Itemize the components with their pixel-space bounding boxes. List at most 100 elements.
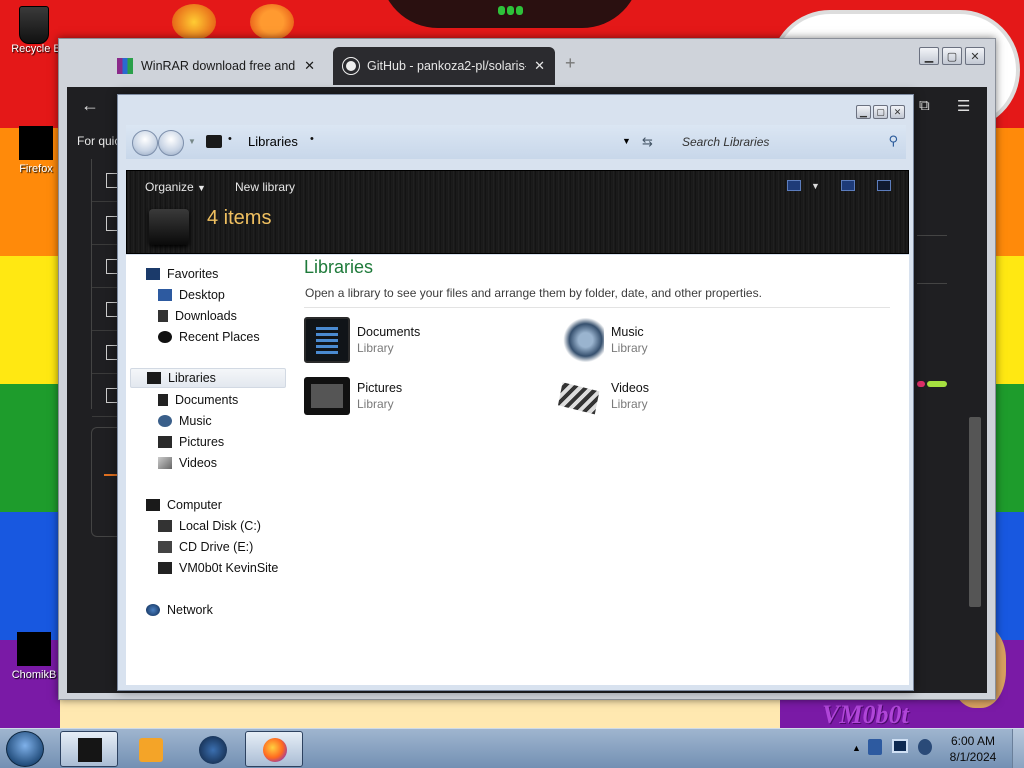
clock-time: 6:00 AM xyxy=(950,734,996,748)
show-hidden-icons-icon[interactable]: ▲ xyxy=(852,743,861,753)
network-icon xyxy=(146,604,160,616)
drive-icon xyxy=(158,520,172,532)
help-icon[interactable] xyxy=(877,180,891,191)
address-dropdown-icon[interactable]: ▼ xyxy=(622,136,631,146)
firefox-icon xyxy=(263,738,287,762)
library-pictures[interactable]: Pictures Library xyxy=(304,373,544,423)
desktop-app-icon[interactable] xyxy=(250,4,294,40)
nav-computer[interactable]: Computer xyxy=(146,495,222,515)
page-text: For quic xyxy=(77,134,121,148)
desktop-icon-chomik[interactable]: ChomikB xyxy=(2,632,66,681)
organize-button[interactable]: Organize ▼ xyxy=(145,180,206,194)
library-name: Videos xyxy=(611,381,649,395)
nav-network-drive[interactable]: VM0b0t KevinSite xyxy=(158,558,278,578)
chomik-icon xyxy=(17,632,51,666)
color-pills xyxy=(917,381,947,387)
recycle-bin-icon xyxy=(19,6,53,44)
nav-downloads[interactable]: Downloads xyxy=(158,306,237,326)
back-button[interactable]: ← xyxy=(81,95,99,116)
explorer-body: Favorites Desktop Downloads Recent Place… xyxy=(126,255,909,685)
library-videos[interactable]: Videos Library xyxy=(558,373,798,423)
command-bar: Organize ▼ New library ▼ 4 items xyxy=(126,170,909,254)
music-icon xyxy=(558,317,604,363)
taskbar-firefox[interactable] xyxy=(245,731,303,767)
desktop-icon-label: Firefox xyxy=(19,163,53,175)
taskbar-explorer[interactable] xyxy=(60,731,118,767)
close-button[interactable]: ✕ xyxy=(965,47,985,65)
nav-documents[interactable]: Documents xyxy=(158,390,238,410)
nav-network[interactable]: Network xyxy=(146,600,213,620)
maximize-button[interactable]: ▢ xyxy=(873,105,888,119)
library-music[interactable]: Music Library xyxy=(558,317,798,367)
nav-pictures[interactable]: Pictures xyxy=(158,432,224,452)
clock-date: 8/1/2024 xyxy=(949,750,997,764)
search-input[interactable]: Search Libraries ⚲ xyxy=(672,129,904,155)
new-library-button[interactable]: New library xyxy=(235,180,295,194)
browser-tab-github[interactable]: GitHub - pankoza2-pl/solaris-2 ✕ xyxy=(333,47,555,85)
libraries-icon xyxy=(206,135,222,148)
network-icon[interactable] xyxy=(892,739,908,753)
computer-icon xyxy=(146,499,160,511)
nav-local-disk[interactable]: Local Disk (C:) xyxy=(158,516,261,536)
nav-favorites[interactable]: Favorites xyxy=(146,264,218,284)
view-dropdown-icon[interactable]: ▼ xyxy=(811,181,820,191)
taskbar-globe[interactable] xyxy=(183,731,241,767)
scrollbar[interactable] xyxy=(969,197,981,617)
close-tab-icon[interactable]: ✕ xyxy=(304,58,315,74)
firefox-icon xyxy=(19,126,53,160)
nav-music[interactable]: Music xyxy=(158,411,212,431)
minimize-button[interactable]: ▁ xyxy=(856,105,871,119)
network-drive-icon xyxy=(158,562,172,574)
libraries-icon xyxy=(147,372,161,384)
close-tab-icon[interactable]: ✕ xyxy=(534,58,545,74)
documents-icon xyxy=(158,394,168,406)
volume-icon[interactable] xyxy=(918,739,932,755)
nav-desktop[interactable]: Desktop xyxy=(158,285,225,305)
nav-videos[interactable]: Videos xyxy=(158,453,217,473)
recent-pages-dropdown-icon[interactable]: ▼ xyxy=(188,137,196,146)
view-options-icon[interactable] xyxy=(787,180,801,191)
preview-pane-icon[interactable] xyxy=(841,180,855,191)
pictures-icon xyxy=(158,436,172,448)
library-type: Library xyxy=(611,397,648,411)
chevron-right-icon[interactable]: • xyxy=(228,133,232,145)
action-center-icon[interactable] xyxy=(868,739,882,755)
github-icon xyxy=(342,57,360,75)
search-icon[interactable]: ⚲ xyxy=(888,133,898,149)
minimize-button[interactable]: ▁ xyxy=(919,47,939,65)
tab-title: GitHub - pankoza2-pl/solaris-2 xyxy=(367,59,527,73)
start-button[interactable] xyxy=(6,731,44,767)
desktop-icon-label: Recycle B xyxy=(11,43,61,55)
forward-button[interactable] xyxy=(158,130,184,156)
show-desktop-button[interactable] xyxy=(1012,729,1024,768)
cd-drive-icon xyxy=(158,541,172,553)
system-tray: ▲ xyxy=(846,731,940,767)
media-player-icon xyxy=(139,738,163,762)
clock[interactable]: 6:00 AM 8/1/2024 xyxy=(942,733,1004,765)
documents-icon xyxy=(304,317,350,363)
tab-title: WinRAR download free and sup xyxy=(141,59,296,73)
page-title: Libraries xyxy=(304,257,374,277)
library-type: Library xyxy=(611,341,648,355)
desktop-app-icon[interactable] xyxy=(172,4,216,40)
nav-libraries[interactable]: Libraries xyxy=(130,368,286,388)
menu-icon[interactable]: ☰ xyxy=(957,97,970,115)
taskbar-media-player[interactable] xyxy=(121,731,179,767)
nav-recent-places[interactable]: Recent Places xyxy=(158,327,260,347)
library-documents[interactable]: Documents Library xyxy=(304,317,544,367)
refresh-icon[interactable]: ⇆ xyxy=(642,134,653,150)
chevron-right-icon[interactable]: • xyxy=(310,133,314,145)
close-button[interactable]: ✕ xyxy=(890,105,905,119)
nav-cd-drive[interactable]: CD Drive (E:) xyxy=(158,537,253,557)
music-icon xyxy=(158,415,172,427)
pictures-icon xyxy=(304,377,350,415)
new-tab-button[interactable]: + xyxy=(565,53,576,74)
library-name: Documents xyxy=(357,325,421,339)
navigation-pane: Favorites Desktop Downloads Recent Place… xyxy=(126,255,296,685)
browser-tab-winrar[interactable]: WinRAR download free and sup ✕ xyxy=(107,47,325,85)
maximize-button[interactable]: ▢ xyxy=(942,47,962,65)
back-button[interactable] xyxy=(132,130,158,156)
videos-icon xyxy=(558,382,600,415)
address-location[interactable]: Libraries xyxy=(248,134,298,149)
extensions-icon[interactable]: ⧉ xyxy=(919,97,930,114)
